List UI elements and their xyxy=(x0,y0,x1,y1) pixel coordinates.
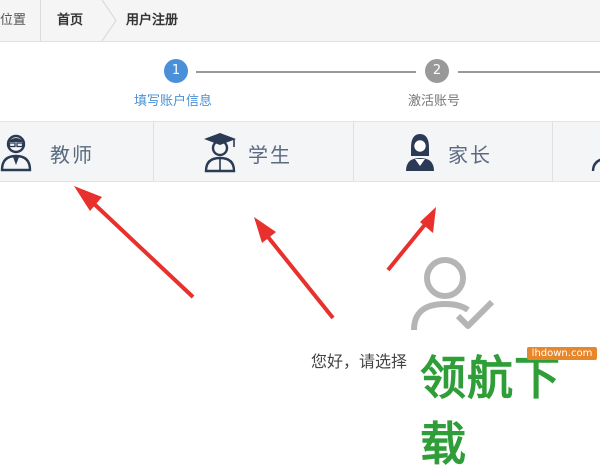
annotation-arrowhead xyxy=(74,186,102,211)
annotation-arrow-student xyxy=(262,230,335,320)
role-tab-teacher[interactable]: 教师 xyxy=(0,122,153,181)
step-2-indicator: 2 xyxy=(425,59,449,83)
breadcrumb: 位置 首页 用户注册 xyxy=(0,0,600,42)
step-connector xyxy=(458,71,600,73)
breadcrumb-location-label: 位置 xyxy=(0,13,27,28)
breadcrumb-current: 用户注册 xyxy=(126,13,179,28)
role-label-parent: 家长 xyxy=(448,143,492,167)
annotation-arrow-teacher xyxy=(88,198,195,299)
watermark-site-badge: lhdown.com xyxy=(527,347,597,360)
step-1-label: 填写账户信息 xyxy=(134,94,213,109)
annotation-arrowhead xyxy=(420,207,436,233)
role-tab-more[interactable] xyxy=(553,122,600,181)
role-selector: 教师 学生 家长 xyxy=(0,121,600,182)
user-icon xyxy=(591,158,600,172)
role-tab-parent[interactable]: 家长 xyxy=(354,122,552,181)
parent-icon xyxy=(406,134,434,171)
role-label-student: 学生 xyxy=(248,143,292,167)
step-1-indicator: 1 xyxy=(164,59,188,83)
annotation-arrowhead xyxy=(254,217,276,243)
role-label-teacher: 教师 xyxy=(50,143,94,167)
step-connector xyxy=(196,71,416,73)
teacher-icon xyxy=(0,134,32,172)
selection-prompt: 您好，请选择 xyxy=(311,352,408,371)
student-icon xyxy=(204,133,236,173)
user-check-icon xyxy=(411,257,495,331)
role-tab-student[interactable]: 学生 xyxy=(154,122,353,181)
step-2-label: 激活账号 xyxy=(408,94,461,109)
breadcrumb-home-link[interactable]: 首页 xyxy=(40,0,100,41)
watermark-text: 领航下载 xyxy=(419,350,562,473)
annotation-arrows xyxy=(74,186,436,320)
